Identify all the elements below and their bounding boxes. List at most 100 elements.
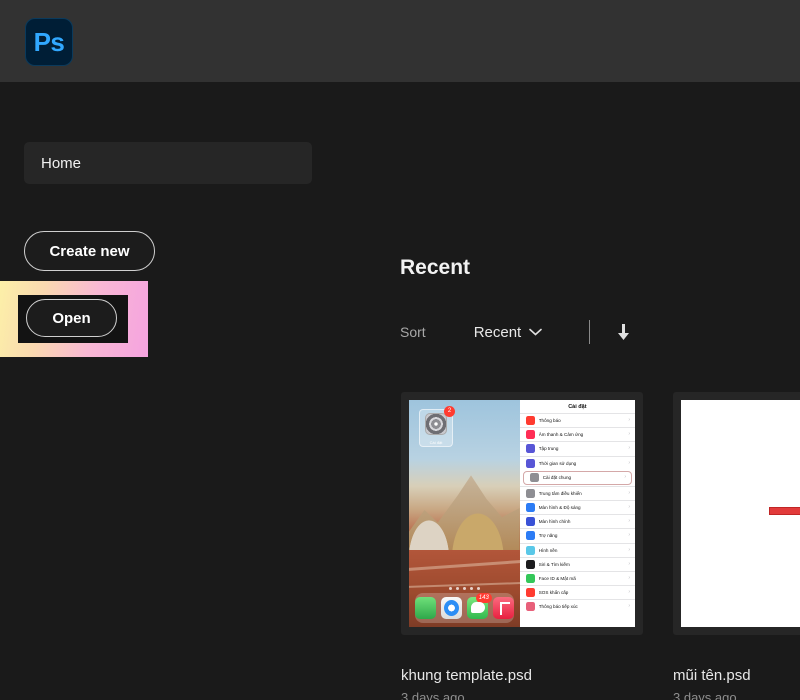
page-dot bbox=[455, 587, 459, 590]
chevron-down-icon bbox=[529, 328, 543, 336]
open-button[interactable]: Open bbox=[26, 299, 117, 337]
badge-count: 2 bbox=[444, 406, 455, 417]
sort-controls: Sort Recent bbox=[400, 320, 630, 344]
file-modified: 3 days ago bbox=[401, 690, 465, 700]
photoshop-logo-icon[interactable]: Ps bbox=[25, 18, 73, 66]
sand-streak bbox=[409, 559, 526, 571]
settings-row-icon bbox=[525, 531, 535, 541]
settings-row-label: Thông báo tiếp xúc bbox=[538, 604, 578, 610]
recent-file-card[interactable] bbox=[673, 392, 800, 635]
settings-row-label: Tập trung bbox=[538, 446, 559, 452]
messages-badge: 143 bbox=[475, 593, 492, 603]
sort-dropdown-value: Recent bbox=[473, 323, 522, 341]
settings-row[interactable]: Tập trung › bbox=[519, 441, 635, 455]
settings-row[interactable]: Face ID & Mật mã › bbox=[519, 570, 635, 585]
settings-row[interactable]: Hình nền › bbox=[519, 542, 635, 557]
messages-icon: 143 bbox=[466, 593, 492, 619]
chevron-right-icon: › bbox=[628, 518, 630, 525]
settings-row-icon bbox=[525, 588, 535, 598]
settings-row-icon bbox=[525, 545, 535, 555]
settings-row[interactable]: Trợ năng › bbox=[519, 528, 635, 542]
download-arrow-icon[interactable] bbox=[617, 323, 630, 341]
settings-row[interactable]: SOS khẩn cấp › bbox=[519, 585, 635, 599]
recent-file-card[interactable]: 2 Cài đặt 143 Cài đặt Thông báo › Âm tha… bbox=[401, 392, 643, 635]
settings-row-label: Màn hình chính bbox=[538, 519, 571, 525]
settings-row-label: Thời gian sử dụng bbox=[538, 460, 577, 466]
settings-row-icon bbox=[525, 416, 535, 426]
open-label: Open bbox=[52, 309, 91, 327]
page-dot bbox=[476, 587, 480, 590]
chevron-right-icon: › bbox=[628, 560, 630, 567]
sidebar-item-home[interactable]: Home bbox=[24, 142, 312, 184]
chevron-right-icon: › bbox=[628, 445, 630, 452]
sort-divider bbox=[589, 320, 591, 344]
settings-list: Thông báo › Âm thanh & Cảm ứng › Tập trung › T… bbox=[519, 413, 635, 613]
chevron-right-icon: › bbox=[628, 532, 630, 539]
red-arrow-icon bbox=[769, 504, 800, 518]
ipad-homescreen: 2 Cài đặt 143 bbox=[409, 400, 526, 627]
file-modified: 3 days ago bbox=[673, 690, 737, 700]
settings-row-icon bbox=[525, 602, 535, 612]
settings-row-label: Trung tâm điều khiển bbox=[538, 490, 582, 496]
sort-label: Sort bbox=[400, 324, 426, 340]
chevron-right-icon: › bbox=[628, 504, 630, 511]
settings-row-icon bbox=[525, 517, 535, 527]
settings-row-label: Siri & Tìm kiếm bbox=[538, 561, 570, 567]
settings-row[interactable]: Âm thanh & Cảm ứng › bbox=[519, 427, 635, 441]
settings-row-label: SOS khẩn cấp bbox=[538, 590, 569, 596]
gear-icon bbox=[425, 413, 447, 435]
file-name: mũi tên.psd bbox=[673, 667, 751, 684]
settings-row-label: Cài đặt chung bbox=[542, 475, 572, 481]
title-bar: Ps bbox=[0, 0, 800, 82]
settings-row[interactable]: Thông báo › bbox=[519, 413, 635, 427]
chevron-right-icon: › bbox=[628, 603, 630, 610]
settings-row[interactable]: Thời gian sử dụng › bbox=[519, 455, 635, 470]
recent-heading: Recent bbox=[400, 256, 471, 279]
music-icon bbox=[492, 597, 514, 619]
chevron-right-icon: › bbox=[624, 474, 626, 481]
settings-row[interactable]: Cài đặt chung › bbox=[522, 470, 632, 485]
settings-row[interactable]: Trung tâm điều khiển › bbox=[519, 485, 635, 500]
app-icon-label: Cài đặt bbox=[429, 440, 443, 445]
ipad-settings-panel: Cài đặt Thông báo › Âm thanh & Cảm ứng › Tập… bbox=[519, 400, 635, 627]
settings-row-label: Hình nền bbox=[538, 547, 558, 553]
chevron-right-icon: › bbox=[628, 489, 630, 496]
safari-icon bbox=[440, 597, 462, 619]
arrow-stem bbox=[769, 507, 800, 515]
settings-row-label: Face ID & Mật mã bbox=[538, 575, 576, 581]
sidebar-item-label: Home bbox=[41, 154, 82, 172]
settings-row[interactable]: Màn hình & Độ sáng › bbox=[519, 499, 635, 514]
chevron-right-icon: › bbox=[628, 589, 630, 596]
settings-row-icon bbox=[525, 488, 535, 498]
page-dot bbox=[462, 587, 466, 590]
chevron-right-icon: › bbox=[628, 431, 630, 438]
ipad-dock: 143 bbox=[415, 593, 514, 623]
settings-row-icon bbox=[525, 559, 535, 569]
settings-row-icon bbox=[525, 573, 535, 583]
settings-row-icon bbox=[525, 430, 535, 440]
chevron-right-icon: › bbox=[628, 546, 630, 553]
settings-row-icon bbox=[525, 458, 535, 468]
chevron-right-icon: › bbox=[628, 417, 630, 424]
file-thumbnail: 2 Cài đặt 143 Cài đặt Thông báo › Âm tha… bbox=[409, 400, 635, 627]
sort-dropdown[interactable]: Recent bbox=[474, 324, 543, 341]
ipad-screenshot: 2 Cài đặt 143 Cài đặt Thông báo › Âm tha… bbox=[409, 400, 635, 627]
settings-row-label: Trợ năng bbox=[538, 533, 558, 539]
phone-icon bbox=[415, 597, 436, 619]
settings-row[interactable]: Thông báo tiếp xúc › bbox=[519, 599, 635, 613]
settings-app-icon: 2 Cài đặt bbox=[419, 406, 455, 447]
settings-row-icon bbox=[525, 444, 535, 454]
file-thumbnail bbox=[681, 400, 800, 627]
settings-row-icon bbox=[525, 503, 535, 513]
arrow-canvas bbox=[681, 400, 800, 627]
page-dot bbox=[448, 587, 452, 590]
page-dot bbox=[469, 587, 473, 590]
chevron-right-icon: › bbox=[628, 459, 630, 466]
create-new-label: Create new bbox=[49, 242, 130, 260]
settings-row[interactable]: Màn hình chính › bbox=[519, 514, 635, 528]
photoshop-logo-text: Ps bbox=[33, 27, 65, 57]
settings-row[interactable]: Siri & Tìm kiếm › bbox=[519, 556, 635, 571]
create-new-button[interactable]: Create new bbox=[24, 231, 155, 271]
wallpaper-mountain bbox=[409, 475, 520, 559]
settings-row-label: Âm thanh & Cảm ứng bbox=[538, 432, 584, 438]
